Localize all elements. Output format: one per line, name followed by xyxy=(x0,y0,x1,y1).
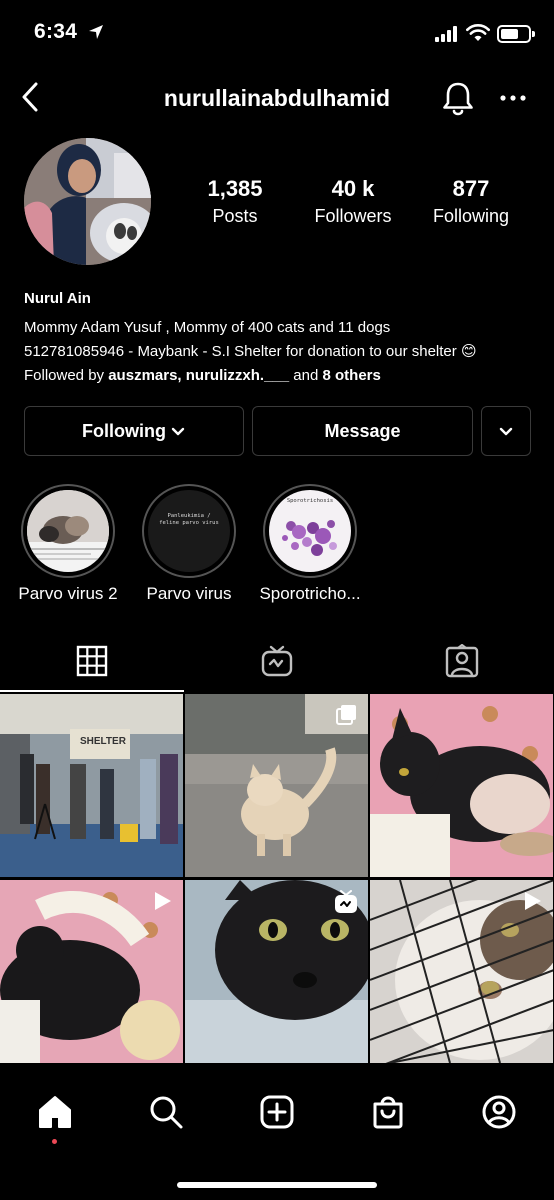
following-label: Following xyxy=(432,206,510,226)
following-button[interactable]: Following xyxy=(24,406,244,456)
nav-home[interactable] xyxy=(35,1092,75,1132)
highlight-label: Sporotricho... xyxy=(259,584,361,603)
posts-grid: SHELTER xyxy=(0,694,554,1074)
status-time: 6:34 xyxy=(34,20,78,43)
shelter-sign-text: SHELTER xyxy=(80,736,126,747)
cellular-signal-icon xyxy=(435,26,457,42)
post-thumbnail[interactable] xyxy=(0,880,183,1063)
followed-by-line[interactable]: Followed by auszmars, nurulizzxh.___ and… xyxy=(24,364,534,388)
story-highlight-parvo-virus-2[interactable]: Parvo virus 2 xyxy=(18,484,118,604)
profile-stats: 1,385 Posts 40 k Followers 877 Following xyxy=(170,176,550,236)
post-thumbnail[interactable] xyxy=(370,880,553,1063)
highlight-label: Parvo virus 2 xyxy=(18,584,118,603)
grid-icon xyxy=(76,645,108,677)
tab-tagged[interactable] xyxy=(370,630,554,692)
more-options-icon[interactable] xyxy=(498,86,528,110)
followed-by-and: and xyxy=(289,367,323,384)
search-icon xyxy=(150,1096,183,1129)
igtv-icon xyxy=(261,645,293,677)
profile-avatar[interactable] xyxy=(24,138,151,265)
home-icon xyxy=(39,1096,71,1128)
message-button[interactable]: Message xyxy=(252,406,473,456)
status-bar: 6:34 xyxy=(0,0,554,68)
highlight-cover-image xyxy=(27,490,109,572)
nav-shop[interactable] xyxy=(368,1092,408,1132)
post-photo xyxy=(370,694,553,877)
profile-content-tabs xyxy=(0,630,554,692)
carousel-icon xyxy=(336,705,356,725)
battery-icon xyxy=(497,25,535,43)
followed-by-users[interactable]: auszmars, nurulizzxh.___ xyxy=(108,367,289,384)
story-highlight-sporotrichosis[interactable]: Sporotrichosis Sporotricho... xyxy=(259,484,361,604)
nav-search[interactable] xyxy=(146,1092,186,1132)
profile-header: nurullainabdulhamid xyxy=(0,70,554,126)
tab-posts-grid[interactable] xyxy=(0,630,184,692)
chevron-down-icon xyxy=(171,427,185,436)
nav-profile[interactable] xyxy=(479,1092,519,1132)
profile-icon xyxy=(482,1095,516,1129)
highlight-cover-image: Sporotrichosis xyxy=(269,490,351,572)
message-button-label: Message xyxy=(324,420,401,441)
notification-bell-icon[interactable] xyxy=(440,80,476,116)
highlight-cover-text: Panleukimia / feline parvo virus xyxy=(148,490,230,572)
post-thumbnail[interactable] xyxy=(370,694,553,877)
shopping-bag-icon xyxy=(373,1096,403,1129)
following-button-label: Following xyxy=(82,420,166,441)
highlight-ring: Panleukimia / feline parvo virus xyxy=(142,484,236,578)
bio-text-line-2: 512781085946 - Maybank - S.I Shelter for… xyxy=(24,343,477,360)
suggested-accounts-button[interactable] xyxy=(481,406,531,456)
location-arrow-icon xyxy=(89,25,103,39)
post-thumbnail[interactable] xyxy=(185,694,368,877)
highlight-cover-caption: Panleukimia / feline parvo virus xyxy=(159,513,219,526)
posts-count: 1,385 xyxy=(207,176,263,201)
posts-label: Posts xyxy=(212,206,258,226)
stat-following[interactable]: 877 Following xyxy=(411,176,531,227)
chevron-down-icon xyxy=(499,427,513,436)
following-count: 877 xyxy=(452,176,490,201)
wifi-icon xyxy=(466,24,490,41)
profile-display-name: Nurul Ain xyxy=(24,290,91,307)
bottom-navigation xyxy=(0,1076,554,1200)
avatar-photo xyxy=(24,138,151,265)
highlight-ring xyxy=(21,484,115,578)
highlight-ring: Sporotrichosis xyxy=(263,484,357,578)
highlight-label: Parvo virus xyxy=(146,584,232,603)
notification-dot xyxy=(52,1139,57,1144)
nav-create[interactable] xyxy=(257,1092,297,1132)
video-play-icon xyxy=(525,892,541,910)
home-indicator[interactable] xyxy=(177,1182,377,1188)
stat-posts[interactable]: 1,385 Posts xyxy=(175,176,295,227)
video-play-icon xyxy=(155,892,171,910)
profile-bio: Nurul Ain Mommy Adam Yusuf , Mommy of 40… xyxy=(24,290,534,388)
story-highlight-parvo-virus[interactable]: Panleukimia / feline parvo virus Parvo v… xyxy=(139,484,239,604)
followed-by-prefix: Followed by xyxy=(24,367,109,384)
stat-followers[interactable]: 40 k Followers xyxy=(293,176,413,227)
followers-count: 40 k xyxy=(331,176,375,201)
post-thumbnail[interactable] xyxy=(185,880,368,1063)
bio-text-line-1: Mommy Adam Yusuf , Mommy of 400 cats and… xyxy=(24,319,391,336)
followers-label: Followers xyxy=(314,206,392,226)
igtv-badge-icon xyxy=(335,890,357,913)
tagged-person-icon xyxy=(445,644,479,678)
tab-igtv[interactable] xyxy=(185,630,369,692)
followed-by-others[interactable]: 8 others xyxy=(323,367,381,384)
post-thumbnail[interactable]: SHELTER xyxy=(0,694,183,877)
post-photo xyxy=(0,694,183,877)
add-post-icon xyxy=(260,1095,294,1129)
